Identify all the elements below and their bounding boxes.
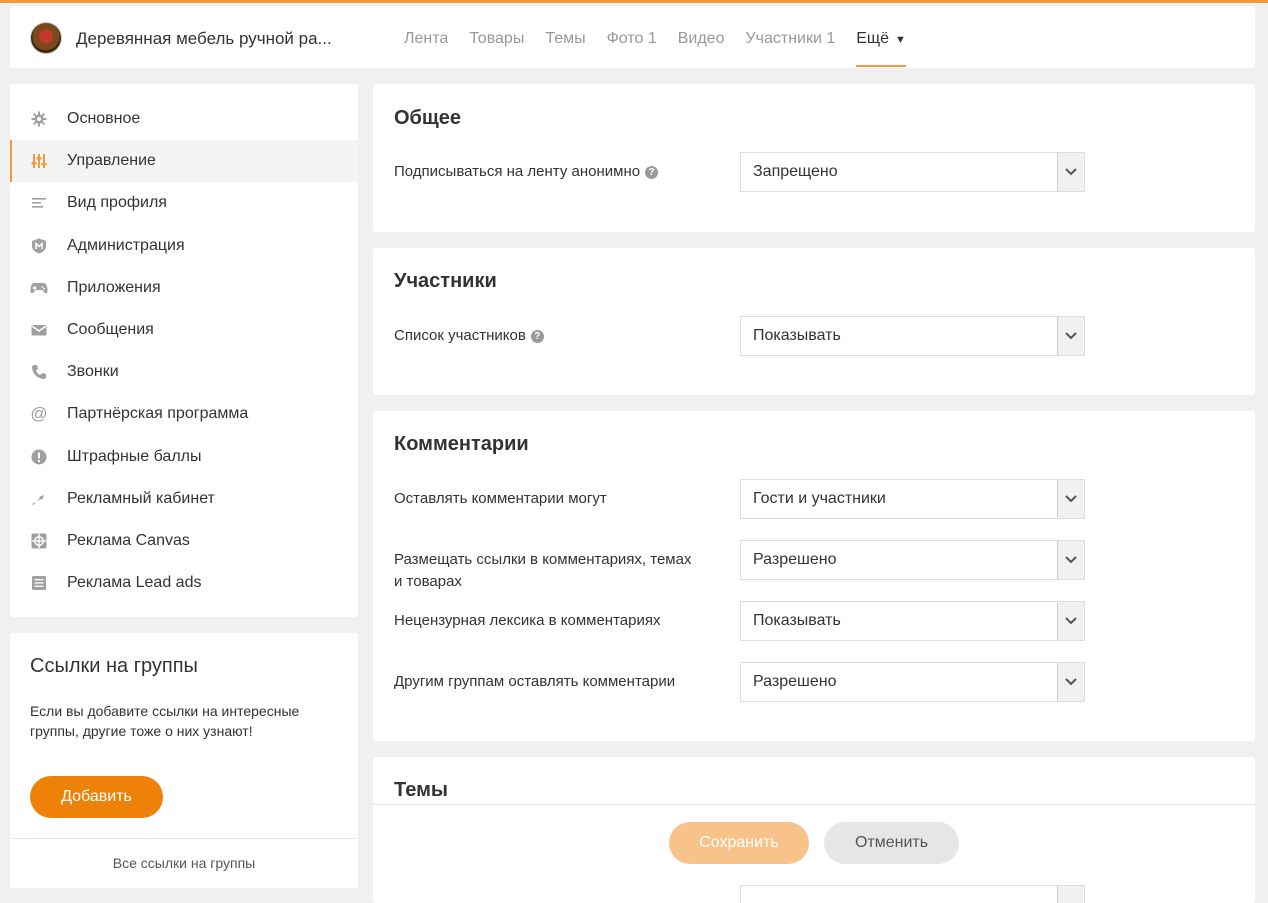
chevron-down-icon bbox=[1057, 886, 1084, 903]
gear-icon bbox=[28, 108, 50, 130]
top-accent-line bbox=[0, 0, 1268, 3]
sidebar-item-apps[interactable]: Приложения bbox=[10, 267, 358, 309]
tab-products[interactable]: Товары bbox=[469, 6, 524, 68]
setting-label: Подписываться на ленту анонимно? bbox=[394, 161, 724, 183]
tab-feed[interactable]: Лента bbox=[404, 6, 448, 68]
group-links-card: Ссылки на группы Если вы добавите ссылки… bbox=[10, 633, 358, 888]
chevron-down-icon bbox=[1057, 317, 1084, 355]
section-comments: Комментарии Оставлять комментарии могут … bbox=[373, 411, 1255, 741]
sliders-icon bbox=[28, 150, 50, 172]
sidebar-item-messages[interactable]: Сообщения bbox=[10, 309, 358, 351]
setting-label: Оставлять комментарии могут bbox=[394, 490, 607, 507]
group-avatar[interactable] bbox=[30, 22, 62, 54]
caret-down-icon: ▼ bbox=[894, 34, 906, 46]
settings-sidebar: Основное Управление Вид профиля Админист… bbox=[10, 84, 358, 617]
who-can-comment-select[interactable]: Гости и участники bbox=[740, 479, 1085, 519]
arrow-icon bbox=[28, 488, 50, 510]
sidebar-item-management[interactable]: Управление bbox=[10, 140, 358, 183]
tab-more[interactable]: Ещё ▼ bbox=[856, 6, 906, 68]
sidebar-item-main[interactable]: Основное bbox=[10, 98, 358, 140]
section-members: Участники Список участников? Показывать bbox=[373, 248, 1255, 395]
tab-members[interactable]: Участники 1 bbox=[745, 6, 835, 68]
sidebar-item-ad-canvas[interactable]: Реклама Canvas bbox=[10, 520, 358, 562]
sidebar-item-ad-lead[interactable]: Реклама Lead ads bbox=[10, 562, 358, 604]
help-icon[interactable]: ? bbox=[645, 166, 659, 179]
alert-icon bbox=[28, 446, 50, 468]
canvas-icon bbox=[28, 530, 50, 552]
setting-label: Другим группам оставлять комментарии bbox=[394, 673, 676, 690]
section-title: Общее bbox=[394, 107, 462, 129]
chevron-down-icon bbox=[1057, 153, 1084, 191]
group-tabs: Лента Товары Темы Фото 1 Видео Участники… bbox=[404, 6, 927, 68]
sidebar-item-profile-view[interactable]: Вид профиля bbox=[10, 182, 358, 224]
chevron-down-icon bbox=[1057, 663, 1084, 701]
gamepad-icon bbox=[28, 277, 50, 299]
topics-select-partial[interactable] bbox=[740, 885, 1085, 903]
chevron-down-icon bbox=[1057, 541, 1084, 579]
phone-icon bbox=[28, 361, 50, 383]
setting-label: Размещать ссылки в комментариях, темах и… bbox=[394, 551, 692, 590]
at-icon: @ bbox=[30, 404, 48, 424]
add-link-button[interactable]: Добавить bbox=[30, 776, 163, 818]
divider bbox=[10, 838, 358, 839]
lines-icon bbox=[28, 192, 50, 214]
group-links-description: Если вы добавите ссылки на интересные гр… bbox=[30, 703, 300, 739]
sidebar-item-administration[interactable]: Администрация bbox=[10, 225, 358, 267]
help-icon[interactable]: ? bbox=[530, 330, 544, 343]
setting-label: Нецензурная лексика в комментариях bbox=[394, 612, 661, 629]
save-button[interactable]: Сохранить bbox=[669, 822, 809, 864]
section-title: Участники bbox=[394, 270, 497, 292]
setting-label: Список участников? bbox=[394, 325, 724, 347]
sidebar-item-ad-cabinet[interactable]: Рекламный кабинет bbox=[10, 478, 358, 520]
chevron-down-icon bbox=[1057, 480, 1084, 518]
sidebar-item-penalty-points[interactable]: Штрафные баллы bbox=[10, 436, 358, 478]
sidebar-item-calls[interactable]: Звонки bbox=[10, 351, 358, 393]
tab-photos[interactable]: Фото 1 bbox=[607, 6, 657, 68]
tab-video[interactable]: Видео bbox=[678, 6, 725, 68]
save-bar: Сохранить Отменить bbox=[373, 804, 1255, 880]
anonymous-subscribe-select[interactable]: Запрещено bbox=[740, 152, 1085, 192]
other-groups-comment-select[interactable]: Разрешено bbox=[740, 662, 1085, 702]
cancel-button[interactable]: Отменить bbox=[824, 822, 959, 864]
links-in-comments-select[interactable]: Разрешено bbox=[740, 540, 1085, 580]
chevron-down-icon bbox=[1057, 602, 1084, 640]
all-group-links-link[interactable]: Все ссылки на группы bbox=[10, 855, 358, 871]
section-title: Темы bbox=[394, 779, 448, 801]
list-icon bbox=[28, 572, 50, 594]
section-general: Общее Подписываться на ленту анонимно? З… bbox=[373, 84, 1255, 232]
tab-topics[interactable]: Темы bbox=[545, 6, 585, 68]
member-list-select[interactable]: Показывать bbox=[740, 316, 1085, 356]
envelope-icon bbox=[28, 319, 50, 341]
section-title: Комментарии bbox=[394, 433, 529, 455]
shield-icon bbox=[28, 235, 50, 257]
sidebar-item-partner-program[interactable]: @ Партнёрская программа bbox=[10, 393, 358, 435]
group-header: Деревянная мебель ручной ра... Лента Тов… bbox=[10, 6, 1255, 68]
profanity-select[interactable]: Показывать bbox=[740, 601, 1085, 641]
group-name[interactable]: Деревянная мебель ручной ра... bbox=[76, 29, 332, 49]
group-links-title: Ссылки на группы bbox=[30, 655, 198, 677]
